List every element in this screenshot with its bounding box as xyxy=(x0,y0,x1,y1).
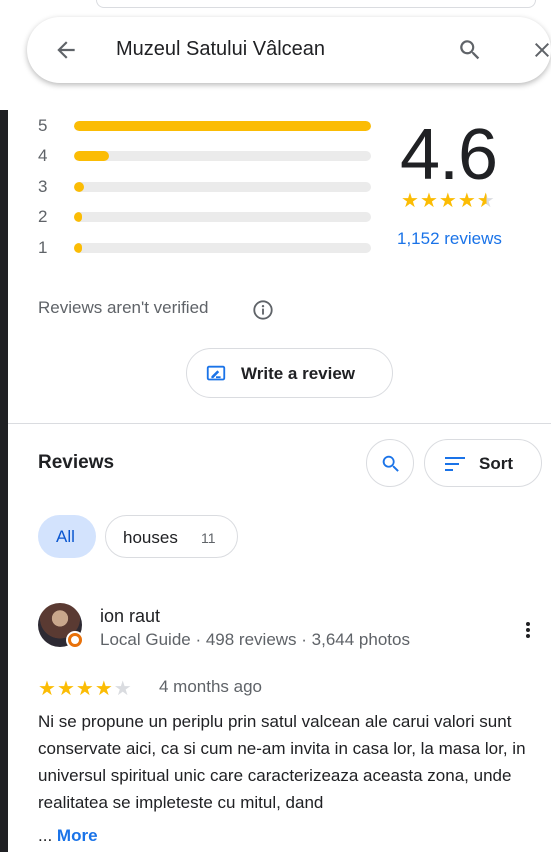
histogram-fill xyxy=(74,212,82,222)
review-date: 4 months ago xyxy=(159,677,263,696)
histogram-track xyxy=(74,151,371,161)
histogram-fill xyxy=(74,182,84,192)
review-count-link[interactable]: 1,152 reviews xyxy=(397,229,502,249)
histogram-label: 2 xyxy=(38,207,48,226)
star-icon: ★ xyxy=(438,190,458,212)
reviews-disclaimer: Reviews aren't verified xyxy=(38,298,209,317)
search-bar[interactable]: Muzeul Satului Vâlcean xyxy=(27,17,551,83)
chip-count: 11 xyxy=(201,530,216,546)
back-arrow-icon[interactable] xyxy=(53,37,79,63)
search-reviews-button[interactable] xyxy=(366,439,414,487)
histogram-fill xyxy=(74,151,109,161)
review-more-row: ... More xyxy=(38,826,98,846)
search-query[interactable]: Muzeul Satului Vâlcean xyxy=(116,38,325,61)
local-guide-badge-icon xyxy=(66,631,84,649)
write-review-label: Write a review xyxy=(241,364,356,383)
histogram-label: 1 xyxy=(38,238,48,257)
search-icon xyxy=(382,455,399,472)
histogram-label: 3 xyxy=(38,177,48,196)
avatar[interactable] xyxy=(38,603,84,649)
info-icon[interactable] xyxy=(252,299,274,321)
review-ellipsis: ... xyxy=(38,826,57,845)
star-icon: ★ xyxy=(56,678,76,700)
histogram-track xyxy=(74,243,371,253)
histogram-label: 4 xyxy=(38,146,48,165)
rate-review-icon xyxy=(206,365,226,381)
search-icon[interactable] xyxy=(457,37,483,63)
filter-chip-houses[interactable]: houses 11 xyxy=(105,515,238,558)
star-icon: ★ xyxy=(419,190,439,212)
empty-star-icon: ★ xyxy=(113,678,133,700)
star-icon: ★ xyxy=(457,190,477,212)
close-icon[interactable] xyxy=(530,38,551,62)
average-rating-stars: ★★★★★ xyxy=(401,188,496,213)
section-divider xyxy=(8,423,551,424)
sort-label: Sort xyxy=(479,454,513,473)
star-icon: ★ xyxy=(94,678,114,700)
reviewer-meta: Local Guide · 498 reviews · 3,644 photos xyxy=(100,630,410,649)
review-stars: ★★★★★ xyxy=(38,676,133,701)
histogram-label: 5 xyxy=(38,116,48,135)
chip-label: All xyxy=(56,527,75,546)
sort-button[interactable]: Sort xyxy=(424,439,542,487)
histogram-track xyxy=(74,212,371,222)
left-edge-strip xyxy=(0,110,8,852)
histogram-fill xyxy=(74,243,82,253)
filter-chip-all[interactable]: All xyxy=(38,515,96,558)
review-text: Ni se propune un periplu prin satul valc… xyxy=(38,712,526,812)
histogram-track xyxy=(74,121,371,131)
star-icon: ★ xyxy=(75,678,95,700)
histogram-track xyxy=(74,182,371,192)
histogram-fill xyxy=(74,121,371,131)
chip-label: houses xyxy=(123,528,178,547)
average-rating: 4.6 xyxy=(400,115,498,195)
star-icon: ★ xyxy=(401,190,420,212)
sort-icon xyxy=(445,457,465,471)
reviewer-name[interactable]: ion raut xyxy=(100,606,160,627)
more-vert-icon[interactable] xyxy=(520,618,536,642)
reviews-heading: Reviews xyxy=(38,452,115,473)
star-icon: ★ xyxy=(38,678,57,700)
half-star-icon: ★ xyxy=(476,190,496,212)
more-link[interactable]: More xyxy=(57,826,98,845)
write-review-button[interactable]: Write a review xyxy=(186,348,393,398)
top-panel-edge xyxy=(96,0,536,8)
